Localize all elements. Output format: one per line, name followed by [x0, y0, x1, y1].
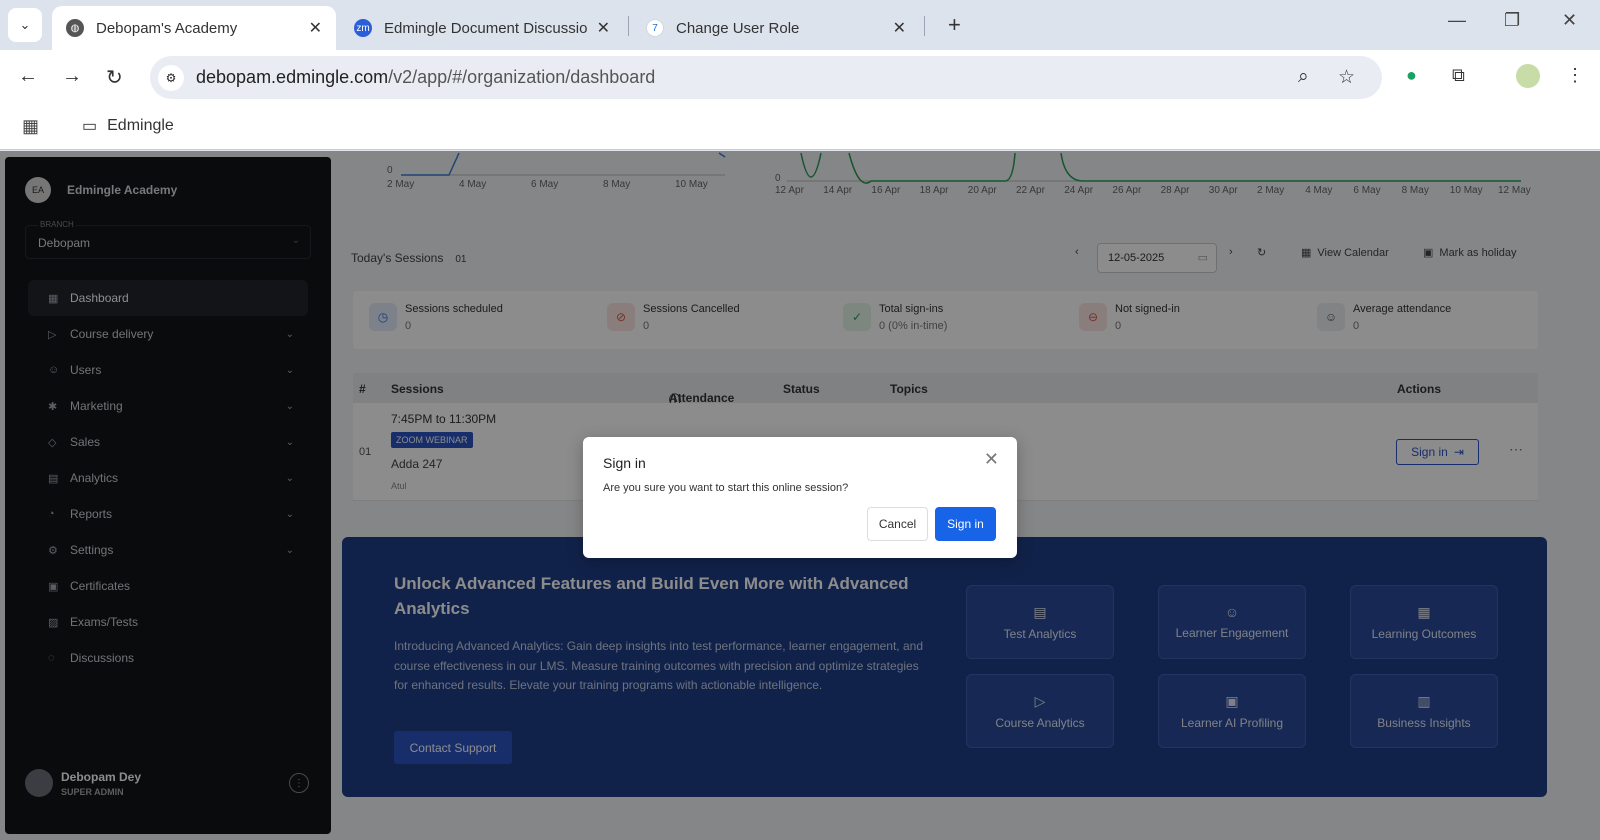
dialog-title: Sign in [603, 455, 646, 471]
tab-change-user-role[interactable]: 7 Change User Role ✕ [632, 6, 920, 50]
edmingle-icon: 7 [646, 19, 664, 37]
browser-tab-bar: ⌄ ◍ Debopam's Academy ✕ zm Edmingle Docu… [0, 0, 1600, 50]
grammarly-icon[interactable]: ● [1406, 65, 1417, 86]
tab-title: Debopam's Academy [96, 19, 238, 37]
kebab-menu-icon[interactable]: ⋮ [1566, 65, 1584, 86]
close-icon[interactable]: ✕ [597, 18, 610, 38]
bookmark-folder-edmingle[interactable]: ▭ Edmingle [82, 116, 174, 136]
forward-icon[interactable]: → [62, 65, 82, 88]
tab-title: Edmingle Document Discussion [384, 19, 587, 37]
close-icon[interactable]: ✕ [309, 18, 322, 38]
chevron-down-icon: ⌄ [19, 17, 31, 32]
dialog-message: Are you sure you want to start this onli… [603, 482, 849, 494]
profile-avatar[interactable] [1516, 64, 1540, 88]
url-text: debopam.edmingle.com/v2/app/#/organizati… [196, 67, 655, 88]
zm-icon: zm [354, 19, 372, 37]
tab-edmingle-discussion[interactable]: zm Edmingle Document Discussion ✕ [340, 6, 624, 50]
bookmarks-bar: ▦ ▭ Edmingle [0, 104, 1600, 150]
sign-in-dialog: Sign in ✕ Are you sure you want to start… [583, 437, 1017, 558]
tab-separator [924, 16, 925, 36]
site-info-icon[interactable]: ⚙ [158, 64, 184, 91]
tab-search-button[interactable]: ⌄ [8, 8, 42, 42]
bookmark-folder-label: Edmingle [107, 117, 174, 134]
extensions-icon[interactable]: ⧉ [1452, 65, 1465, 86]
restore-icon[interactable]: ❐ [1504, 10, 1520, 31]
url-path: /v2/app/#/organization/dashboard [388, 67, 656, 87]
zoom-icon[interactable]: ⌕ [1298, 66, 1309, 88]
apps-grid-icon[interactable]: ▦ [22, 116, 39, 137]
globe-icon: ◍ [66, 19, 84, 37]
reload-icon[interactable]: ↻ [106, 65, 123, 90]
tab-title: Change User Role [676, 19, 800, 37]
browser-toolbar: ← → ↻ ⚙ debopam.edmingle.com/v2/app/#/or… [0, 50, 1600, 104]
close-icon[interactable]: ✕ [893, 18, 906, 38]
minimize-icon[interactable]: — [1448, 10, 1466, 31]
back-icon[interactable]: ← [18, 65, 38, 88]
close-icon[interactable]: ✕ [984, 449, 999, 470]
folder-icon: ▭ [82, 118, 98, 135]
star-icon[interactable]: ☆ [1338, 66, 1355, 89]
sign-in-button[interactable]: Sign in [935, 507, 996, 541]
tab-separator [628, 16, 629, 36]
address-bar[interactable]: ⚙ debopam.edmingle.com/v2/app/#/organiza… [150, 56, 1382, 99]
url-host: debopam.edmingle.com [196, 67, 389, 87]
new-tab-icon[interactable]: + [948, 12, 961, 38]
cancel-button[interactable]: Cancel [867, 507, 928, 541]
tab-debopams-academy[interactable]: ◍ Debopam's Academy ✕ [52, 6, 336, 50]
window-close-icon[interactable]: ✕ [1562, 10, 1577, 31]
